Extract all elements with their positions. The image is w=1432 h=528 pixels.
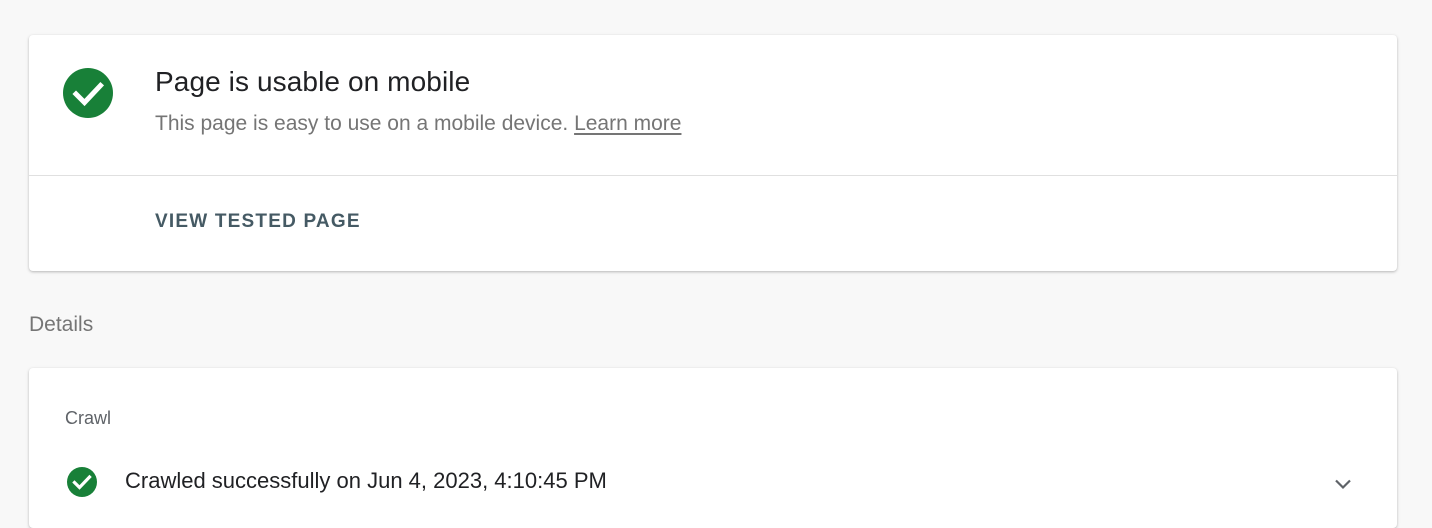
crawl-status-row[interactable]: Crawled successfully on Jun 4, 2023, 4:1… [29, 462, 1397, 502]
result-summary: Page is usable on mobile This page is ea… [29, 35, 1397, 175]
check-circle-icon [67, 467, 97, 497]
learn-more-link[interactable]: Learn more [574, 112, 681, 135]
check-circle-icon [63, 68, 113, 118]
mobile-usability-result-card: Page is usable on mobile This page is ea… [29, 35, 1397, 271]
crawl-status-text: Crawled successfully on Jun 4, 2023, 4:1… [125, 468, 607, 493]
chevron-down-icon[interactable] [1331, 472, 1355, 496]
result-title: Page is usable on mobile [155, 66, 471, 97]
crawl-section-label: Crawl [65, 408, 112, 428]
divider [29, 175, 1397, 176]
result-description: This page is easy to use on a mobile dev… [155, 112, 681, 136]
view-tested-page-button[interactable]: VIEW TESTED PAGE [155, 211, 361, 233]
details-heading: Details [29, 313, 94, 336]
result-description-text: This page is easy to use on a mobile dev… [155, 112, 575, 135]
details-card: Crawl Crawled successfully on Jun 4, 202… [29, 368, 1397, 528]
